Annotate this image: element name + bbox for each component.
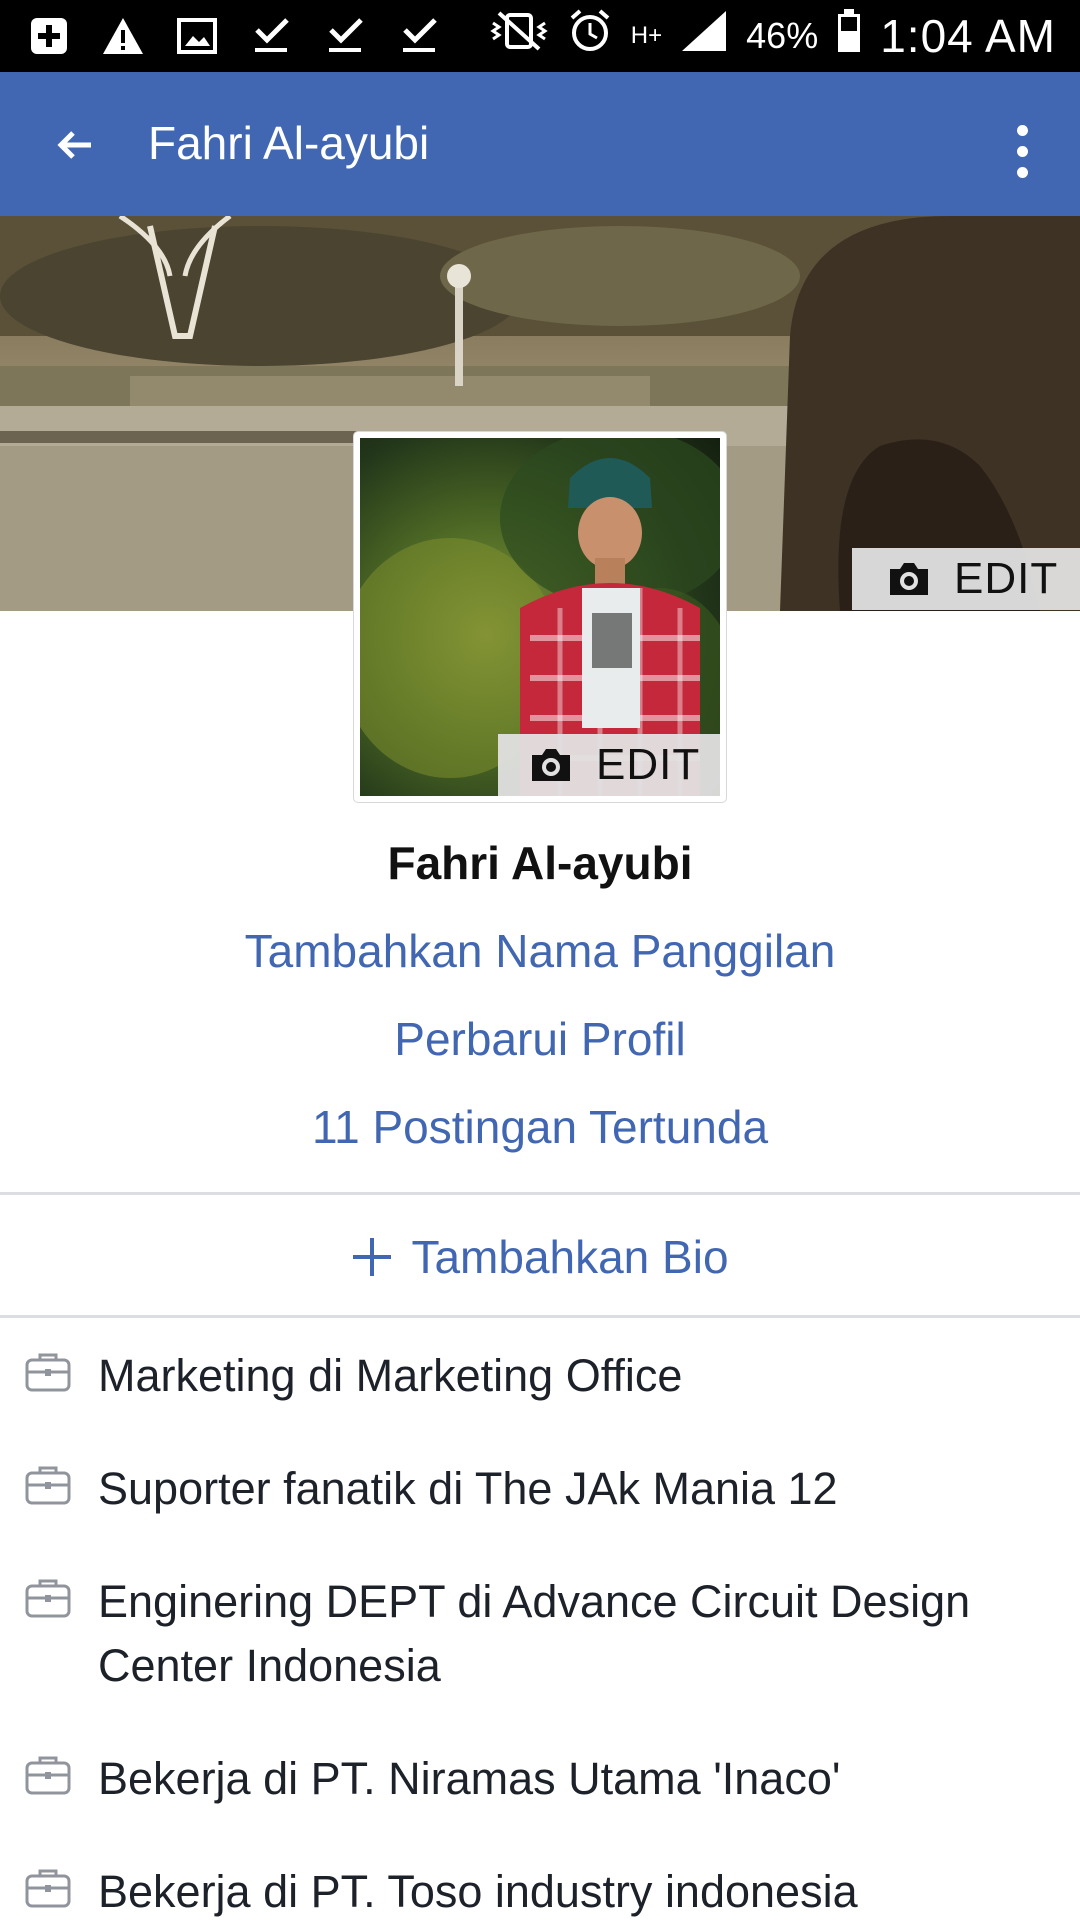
download-complete-icon — [322, 14, 368, 58]
download-complete-icon — [396, 14, 442, 58]
work-item-text: Suporter fanatik di The JAk Mania 12 — [98, 1463, 838, 1514]
camera-icon — [890, 563, 928, 595]
work-list: Marketing di Marketing Office Suporter f… — [0, 1344, 1080, 1920]
work-item-text: Marketing di Marketing Office — [98, 1350, 683, 1401]
list-item[interactable]: Suporter fanatik di The JAk Mania 12 — [0, 1457, 1080, 1521]
more-vert-icon — [1016, 124, 1028, 136]
network-type-icon: H+ — [630, 22, 663, 49]
briefcase-icon — [25, 1579, 71, 1618]
battery-percent: 46% — [746, 15, 819, 56]
profile-picture-image: EDIT — [360, 438, 720, 796]
warning-icon — [100, 14, 146, 58]
more-vert-icon-dot — [1016, 166, 1028, 178]
more-vert-icon-dot — [1016, 145, 1028, 157]
work-item-text: Bekerja di PT. Toso industry indonesia — [98, 1866, 858, 1917]
add-bio-button[interactable]: Tambahkan Bio — [0, 1230, 1080, 1284]
clock: 1:04 AM — [880, 10, 1056, 62]
briefcase-icon — [25, 1756, 71, 1795]
list-item[interactable]: Enginering DEPT di Advance Circuit Desig… — [0, 1570, 1080, 1698]
profile-name: Fahri Al-ayubi — [387, 837, 693, 889]
list-item[interactable]: Bekerja di PT. Toso industry indonesia — [0, 1860, 1080, 1920]
vibrate-mute-icon — [489, 9, 549, 63]
signal-icon — [680, 9, 728, 63]
camera-icon — [532, 749, 570, 781]
add-notification-icon — [26, 14, 72, 58]
add-nickname-link[interactable]: Tambahkan Nama Panggilan — [0, 924, 1080, 978]
divider — [0, 1192, 1080, 1195]
work-item-text: Enginering DEPT di Advance Circuit Desig… — [98, 1576, 971, 1691]
edit-cover-label: EDIT — [954, 554, 1059, 603]
add-bio-label: Tambahkan Bio — [411, 1231, 729, 1283]
battery-icon — [836, 8, 862, 64]
edit-profile-picture-button[interactable]: EDIT — [498, 734, 720, 796]
back-arrow-icon — [57, 131, 91, 159]
image-icon — [174, 14, 220, 58]
divider — [0, 1315, 1080, 1318]
briefcase-icon — [25, 1353, 71, 1392]
download-complete-icon — [248, 14, 294, 58]
update-profile-link[interactable]: Perbarui Profil — [0, 1012, 1080, 1066]
work-item-text: Bekerja di PT. Niramas Utama 'Inaco' — [98, 1753, 841, 1804]
briefcase-icon — [25, 1466, 71, 1505]
pending-posts-link[interactable]: 11 Postingan Tertunda — [0, 1100, 1080, 1154]
page-title: Fahri Al-ayubi — [148, 117, 430, 169]
plus-icon — [353, 1238, 392, 1276]
edit-cover-button[interactable]: EDIT — [852, 548, 1080, 610]
more-options-button[interactable] — [992, 116, 1052, 186]
system-icons: H+ 46% 1:04 AM — [489, 8, 1056, 64]
app-bar: Fahri Al-ayubi — [0, 72, 1080, 216]
list-item[interactable]: Marketing di Marketing Office — [0, 1344, 1080, 1408]
profile-picture[interactable]: EDIT — [354, 432, 726, 802]
notification-icons — [26, 14, 442, 58]
list-item[interactable]: Bekerja di PT. Niramas Utama 'Inaco' — [0, 1747, 1080, 1811]
back-button[interactable] — [40, 110, 110, 180]
status-bar: H+ 46% 1:04 AM — [0, 0, 1080, 72]
edit-profile-picture-label: EDIT — [596, 740, 701, 789]
briefcase-icon — [25, 1869, 71, 1908]
alarm-icon — [567, 8, 613, 64]
